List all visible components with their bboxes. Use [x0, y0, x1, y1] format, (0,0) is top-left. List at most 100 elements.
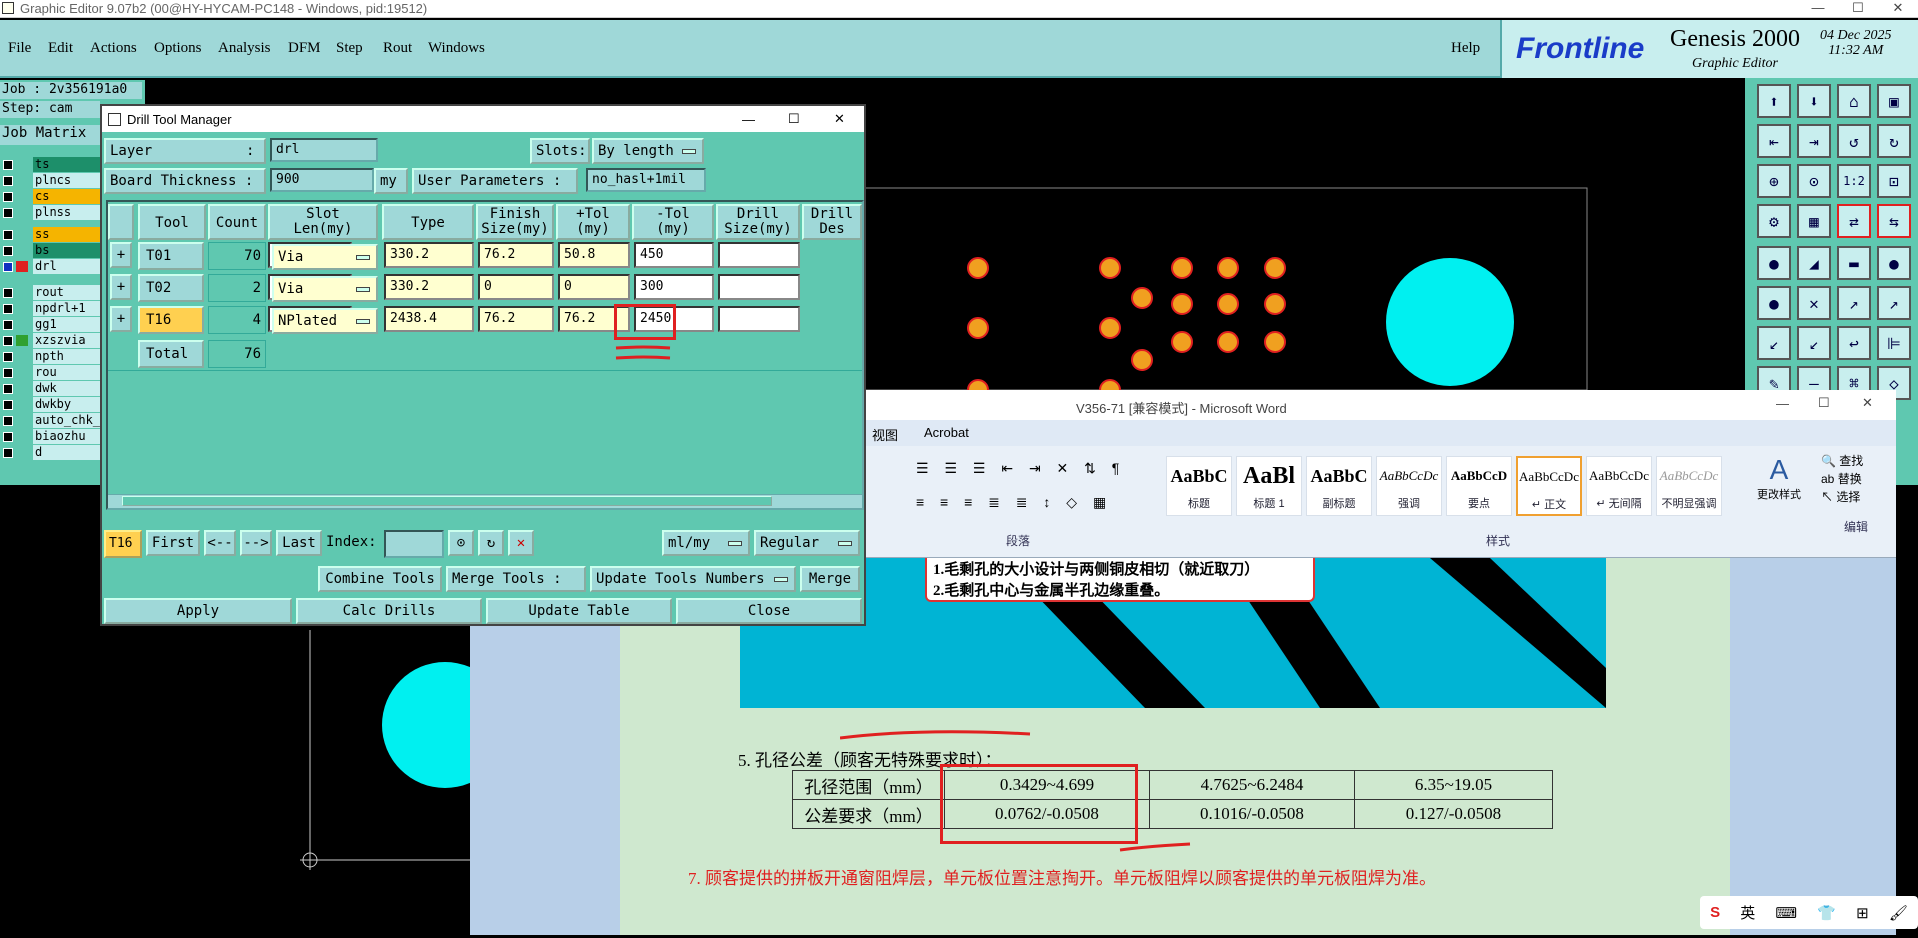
word-minimize-icon[interactable]: —	[1776, 396, 1789, 411]
layer-checkbox[interactable]	[3, 320, 13, 330]
layer-checkbox[interactable]	[3, 230, 13, 240]
prev-button[interactable]: <--	[204, 530, 236, 556]
finish-size-input[interactable]: 2438.4	[384, 306, 474, 332]
layer-row[interactable]: rou	[0, 365, 100, 380]
tray-icon[interactable]: ⌨	[1775, 904, 1797, 922]
layer-checkbox[interactable]	[3, 208, 13, 218]
menu-analysis[interactable]: Analysis	[218, 40, 271, 57]
tool-button-icon[interactable]: 1:2	[1837, 164, 1871, 198]
units-dropdown[interactable]: ml/my	[662, 530, 750, 556]
tool-button-icon[interactable]: ↺	[1837, 124, 1871, 158]
tray-icon[interactable]: 英	[1740, 902, 1755, 923]
layer-row[interactable]: drl	[0, 259, 100, 274]
layer-row[interactable]: ss	[0, 227, 100, 242]
minimize-icon[interactable]: —	[1798, 0, 1838, 18]
layer-checkbox[interactable]	[3, 352, 13, 362]
tool-id[interactable]: T02	[138, 274, 204, 302]
finish-size-input[interactable]: 330.2	[384, 242, 474, 268]
update-tools-numbers-dropdown[interactable]: Update Tools Numbers	[590, 566, 796, 592]
layer-row[interactable]: plncs	[0, 173, 100, 188]
layer-row[interactable]: biaozhu	[0, 429, 100, 444]
tool-button-icon[interactable]: ◢	[1797, 246, 1831, 280]
style-option[interactable]: AaBbCcD 要点	[1446, 456, 1512, 516]
layer-row[interactable]: auto_chk_j	[0, 413, 107, 428]
tool-button-icon[interactable]: ↻	[1877, 124, 1911, 158]
first-button[interactable]: First	[146, 530, 200, 556]
user-parameters-button[interactable]: User Parameters :	[412, 168, 578, 194]
finish-size-input[interactable]: 330.2	[384, 274, 474, 300]
tool-button-icon[interactable]: ⊕	[1757, 164, 1791, 198]
index-input[interactable]	[384, 530, 444, 558]
tool-button-icon[interactable]: ▦	[1797, 204, 1831, 238]
combine-tools-button[interactable]: Combine Tools	[318, 566, 442, 592]
layer-checkbox[interactable]	[3, 176, 13, 186]
tool-button-icon[interactable]: ↙	[1757, 326, 1791, 360]
tool-button-icon[interactable]: ▬	[1837, 246, 1871, 280]
tool-button-icon[interactable]: ⇄	[1837, 204, 1871, 238]
layer-checkbox[interactable]	[3, 246, 13, 256]
style-option[interactable]: AaBbC 标题	[1166, 456, 1232, 516]
drill-des-input[interactable]	[718, 274, 800, 300]
word-close-icon[interactable]: ✕	[1862, 395, 1873, 411]
tool-button-icon[interactable]: ↩	[1837, 326, 1871, 360]
menu-actions[interactable]: Actions	[90, 40, 137, 57]
style-option[interactable]: AaBbCcDc 强调	[1376, 456, 1442, 516]
layer-checkbox[interactable]	[3, 336, 13, 346]
next-button[interactable]: -->	[240, 530, 272, 556]
select-button[interactable]: ↖ 选择	[1821, 488, 1891, 506]
layer-row[interactable]: ts	[0, 157, 100, 172]
layer-row[interactable]: cs	[0, 189, 100, 204]
layer-row[interactable]: rout	[0, 285, 100, 300]
layer-row[interactable]: npth	[0, 349, 100, 364]
tray-icon[interactable]: ⊞	[1856, 904, 1869, 922]
tray-icon[interactable]: 🖌	[1889, 904, 1908, 922]
menu-help[interactable]: Help	[1451, 40, 1480, 57]
tool-type-dropdown[interactable]: Via	[272, 276, 378, 302]
align-buttons[interactable]: ≡ ≡ ≡ ≣ ≣ ↕ ◇ ▦	[916, 494, 1112, 511]
refresh-icon[interactable]: ↻	[478, 530, 504, 556]
expand-row-icon[interactable]: +	[110, 242, 132, 268]
scrollbar-thumb[interactable]	[122, 496, 772, 506]
tool-button-icon[interactable]: ⇤	[1757, 124, 1791, 158]
layer-row[interactable]: gg1	[0, 317, 100, 332]
graphic-canvas[interactable]	[864, 78, 1745, 401]
tray-icon[interactable]: S	[1710, 904, 1720, 921]
tool-button-icon[interactable]: ⌂	[1837, 84, 1871, 118]
close-icon[interactable]: ✕	[1878, 0, 1918, 18]
plus-tol-input[interactable]: 76.2	[478, 306, 554, 332]
tool-button-icon[interactable]: ↙	[1797, 326, 1831, 360]
layer-row[interactable]: plnss	[0, 205, 100, 220]
tool-button-icon[interactable]: ⇥	[1797, 124, 1831, 158]
change-styles-button[interactable]: A 更改样式	[1754, 454, 1804, 524]
update-table-button[interactable]: Update Table	[486, 598, 672, 624]
layer-row[interactable]: xzszvia	[0, 333, 100, 348]
drill-des-input[interactable]	[718, 306, 800, 332]
word-maximize-icon[interactable]: ☐	[1818, 395, 1830, 411]
layer-checkbox[interactable]	[3, 192, 13, 202]
tool-button-icon[interactable]: ▣	[1877, 84, 1911, 118]
menu-windows[interactable]: Windows	[428, 40, 485, 57]
close-button[interactable]: Close	[676, 598, 862, 624]
tool-id[interactable]: T16	[138, 306, 204, 334]
merge-button[interactable]: Merge	[800, 566, 860, 592]
mode-dropdown[interactable]: Regular	[754, 530, 860, 556]
tool-button-icon[interactable]: ↗	[1837, 286, 1871, 320]
menu-rout[interactable]: Rout	[383, 40, 412, 57]
board-thickness-input[interactable]: 900	[270, 168, 374, 192]
menu-file[interactable]: File	[8, 40, 31, 57]
menu-edit[interactable]: Edit	[48, 40, 73, 57]
layer-checkbox[interactable]	[3, 432, 13, 442]
tool-button-icon[interactable]: ⊡	[1877, 164, 1911, 198]
style-option[interactable]: AaBbC 副标题	[1306, 456, 1372, 516]
menu-dfm[interactable]: DFM	[288, 40, 321, 57]
horizontal-scrollbar[interactable]	[108, 494, 862, 508]
calc-drills-button[interactable]: Calc Drills	[296, 598, 482, 624]
layer-row[interactable]: d	[0, 445, 100, 460]
tool-button-icon[interactable]: ●	[1757, 286, 1791, 320]
slots-dropdown[interactable]: By length	[592, 138, 704, 164]
tool-button-icon[interactable]: ⬇	[1797, 84, 1831, 118]
layer-field[interactable]: drl	[270, 138, 378, 162]
layer-row[interactable]: dwk	[0, 381, 100, 396]
tool-id[interactable]: T01	[138, 242, 204, 270]
layer-checkbox[interactable]	[3, 416, 13, 426]
